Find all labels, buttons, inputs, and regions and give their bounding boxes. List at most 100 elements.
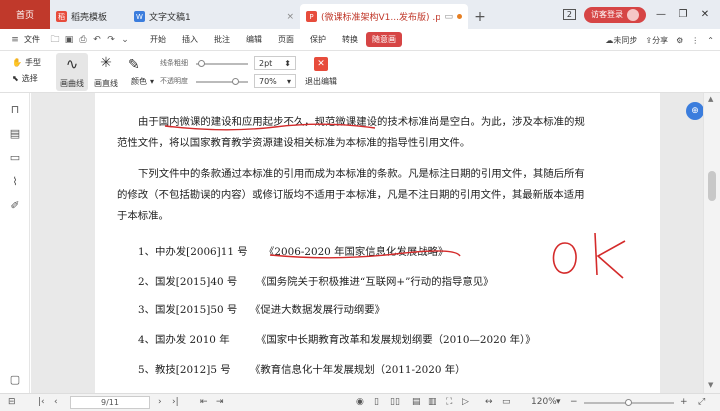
menu-protect[interactable]: 保护 xyxy=(302,34,334,45)
tab-title: (微课标准架构V1...发布版) .pdf xyxy=(321,13,441,23)
signature-icon[interactable]: ✐ xyxy=(8,199,22,213)
page-number-field[interactable]: 9/11 xyxy=(70,396,150,409)
ink-letter-o[interactable] xyxy=(552,242,577,274)
open-folder-icon[interactable]: 🗀 xyxy=(48,32,62,48)
play-icon[interactable]: ▷ xyxy=(462,397,469,407)
undo-icon[interactable]: ↶ xyxy=(90,35,104,45)
tab-home[interactable]: 首页 xyxy=(0,0,50,29)
comments-icon[interactable]: ▭ xyxy=(8,151,22,165)
bookmark-icon[interactable]: ⊓ xyxy=(8,103,22,117)
print-icon[interactable]: ⎙ xyxy=(76,35,90,45)
line-width-knob[interactable] xyxy=(198,60,205,67)
single-page-icon[interactable]: ▯ xyxy=(374,397,379,407)
line-width-field[interactable]: 2pt ⬍ xyxy=(254,56,296,70)
line-star-icon: ✳ xyxy=(100,55,112,71)
zoom-in-icon[interactable]: + xyxy=(680,397,688,407)
titlebar-right: 2 访客登录 — ❐ ✕ xyxy=(562,0,720,29)
opacity-label: 不透明度 xyxy=(160,77,188,85)
ink-underline-1[interactable] xyxy=(164,123,376,131)
opacity-knob[interactable] xyxy=(232,78,239,85)
attachment-icon[interactable]: ⌇ xyxy=(8,175,22,189)
opacity-value: 70% xyxy=(259,76,277,86)
restore-icon[interactable]: ❐ xyxy=(676,9,690,20)
new-tab-button[interactable]: + xyxy=(468,4,492,29)
opacity-field[interactable]: 70% ▾ xyxy=(254,74,296,88)
line-label: 画直线 xyxy=(94,79,118,88)
sync-status[interactable]: ☁未同步 xyxy=(605,35,637,46)
share-button[interactable]: ⇪分享 xyxy=(645,35,668,46)
menu-comment[interactable]: 批注 xyxy=(206,34,238,45)
menu-edit[interactable]: 编辑 xyxy=(238,34,270,45)
guest-login-button[interactable]: 访客登录 xyxy=(584,6,646,23)
more-icon[interactable]: ⋮ xyxy=(691,36,699,45)
settings-icon[interactable]: ⚙ xyxy=(676,36,683,45)
ink-letter-k[interactable] xyxy=(594,232,626,279)
menu-page[interactable]: 页面 xyxy=(270,34,302,45)
color-dropdown[interactable]: 颜色 ▾ xyxy=(131,76,154,87)
sidebar-bottom-icon[interactable]: ▢ xyxy=(8,373,22,387)
login-label: 访客登录 xyxy=(591,10,623,19)
close-window-icon[interactable]: ✕ xyxy=(698,9,712,20)
menu-freehand[interactable]: 随意画 xyxy=(366,32,402,47)
draw-line-tool[interactable]: ✳ 画直线 xyxy=(90,53,122,91)
share-label: 分享 xyxy=(652,35,669,45)
dropdown-chevron-icon[interactable]: ⌄ xyxy=(118,35,132,45)
save-icon[interactable]: ▣ xyxy=(62,35,76,45)
document-canvas[interactable]: 由于国内微课的建设和应用起步不久，规范微课建设的技术标准尚是空白。为此，涉及本标… xyxy=(31,93,703,393)
vertical-scrollbar[interactable]: ▲ ▼ xyxy=(703,93,720,393)
unsaved-dot-icon xyxy=(457,14,462,19)
tab-text-document[interactable]: W 文字文稿1 × xyxy=(128,4,300,29)
status-bar: ⊟ |‹ ‹ 9/11 › ›| ⇤ ⇥ ◉ ▯ ▯▯ ▤ ▥ ⛶ ▷ ↔ ▭ … xyxy=(0,393,720,411)
zoom-dropdown-icon[interactable]: ▾ xyxy=(556,397,561,407)
last-page-icon[interactable]: ›| xyxy=(172,397,179,407)
next-page-icon[interactable]: › xyxy=(158,397,162,407)
continuous-page-icon[interactable]: ▤ xyxy=(412,397,421,407)
hand-label: 手型 xyxy=(24,58,41,67)
tab-pdf-document[interactable]: P (微课标准架构V1...发布版) .pdf ▭ xyxy=(300,4,468,29)
menu-right: ☁未同步 ⇪分享 ⚙ ⋮ ⌃ xyxy=(605,29,714,51)
eye-protection-icon[interactable]: ◉ xyxy=(356,397,364,407)
fullscreen-icon[interactable]: ⛶ xyxy=(446,397,452,407)
pen-color-icon[interactable]: ✎ xyxy=(128,57,140,73)
monitor-icon[interactable]: ▭ xyxy=(444,12,453,22)
scroll-down-icon[interactable]: ▼ xyxy=(708,381,713,389)
minimize-icon[interactable]: — xyxy=(654,9,668,20)
redo-icon[interactable]: ↷ xyxy=(104,35,118,45)
menu-start[interactable]: 开始 xyxy=(142,34,174,45)
hamburger-icon[interactable]: ≡ xyxy=(8,35,22,45)
hand-tool[interactable]: ✋ 手型 xyxy=(12,57,41,68)
fit-width-icon[interactable]: ↔ xyxy=(485,397,493,407)
double-page-icon[interactable]: ▯▯ xyxy=(390,397,400,407)
collapse-panel-icon[interactable]: ⊟ xyxy=(8,397,16,407)
select-tool[interactable]: ⬉ 选择 xyxy=(12,73,38,84)
prev-page-icon[interactable]: ‹ xyxy=(54,397,58,407)
back-icon[interactable]: ⇤ xyxy=(200,397,208,407)
menu-insert[interactable]: 插入 xyxy=(174,34,206,45)
menu-file[interactable]: 文件 xyxy=(22,34,48,45)
scroll-thumb[interactable] xyxy=(708,171,716,201)
assistant-float-icon[interactable]: ⊕ xyxy=(686,102,704,120)
exit-edit-button[interactable]: 退出编辑 xyxy=(305,76,337,87)
zoom-value[interactable]: 120% xyxy=(531,397,557,407)
zoom-out-icon[interactable]: − xyxy=(570,397,578,407)
opacity-slider[interactable] xyxy=(196,81,248,83)
forward-icon[interactable]: ⇥ xyxy=(216,397,224,407)
zoom-slider-knob[interactable] xyxy=(625,399,632,406)
curve-pen-icon: ∿ xyxy=(65,55,79,73)
line-width-value: 2pt xyxy=(259,58,273,68)
tab-docer-templates[interactable]: 稻 稻壳模板 xyxy=(50,4,128,29)
exit-edit-icon[interactable]: ✕ xyxy=(314,57,328,71)
expand-icon[interactable]: ⤢ xyxy=(698,397,705,407)
ink-underline-2[interactable] xyxy=(269,250,461,259)
draw-curve-tool[interactable]: ∿ 画曲线 xyxy=(56,53,88,91)
thumbnails-icon[interactable]: ▤ xyxy=(8,127,22,141)
scroll-up-icon[interactable]: ▲ xyxy=(708,95,713,103)
fit-page-icon[interactable]: ▭ xyxy=(502,397,511,407)
menu-convert[interactable]: 转换 xyxy=(334,34,366,45)
collapse-icon[interactable]: ⌃ xyxy=(707,36,714,45)
first-page-icon[interactable]: |‹ xyxy=(38,397,45,407)
tab-title: 稻壳模板 xyxy=(71,13,108,23)
book-view-icon[interactable]: ▥ xyxy=(428,397,437,407)
close-icon[interactable]: × xyxy=(286,12,294,22)
window-count-badge[interactable]: 2 xyxy=(562,9,576,20)
